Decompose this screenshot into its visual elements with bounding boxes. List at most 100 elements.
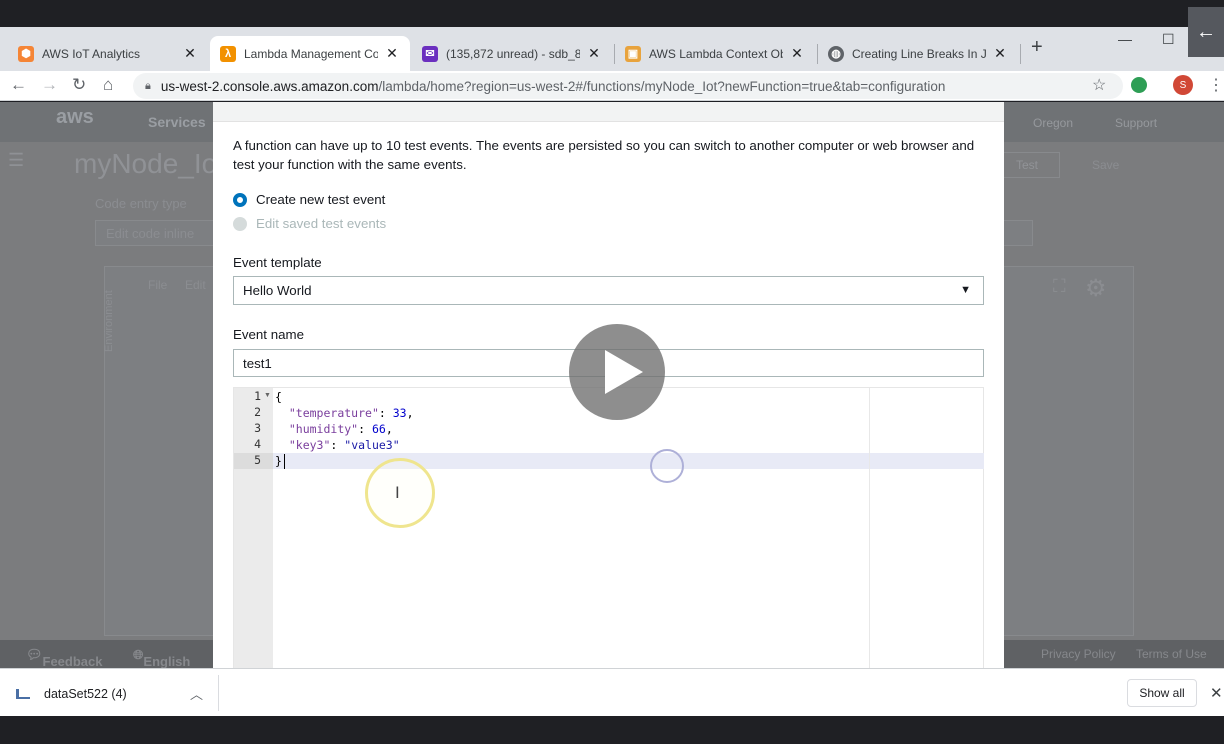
close-tab-icon[interactable]: ✕ [182, 45, 198, 62]
downloads-bar: dataSet522 (4) ︿ Show all ✕ [0, 668, 1224, 716]
code-line: { [275, 389, 282, 405]
option-label: Edit saved test events [256, 216, 387, 231]
loading-spinner-icon [650, 449, 684, 483]
create-new-test-event-option[interactable]: Create new test event [233, 192, 385, 207]
event-json-editor[interactable]: 1 ▼ 2 3 4 5 { "temperature": 33, "humidi… [233, 387, 984, 668]
text-cursor [284, 454, 285, 469]
language-link[interactable]: 🌐︎ English [133, 647, 190, 668]
code-line: "key3": "value3" [288, 438, 400, 452]
video-play-button[interactable] [569, 324, 665, 420]
tab-mail[interactable]: ✉ (135,872 unread) - sdb_8@ ✕ [412, 36, 612, 71]
function-title: myNode_Io [74, 148, 218, 179]
code-line: "temperature": 33, [288, 406, 414, 420]
tab-title: Lambda Management Cons [244, 46, 378, 61]
lock-icon: 🔒︎ [145, 79, 151, 92]
forward-icon[interactable]: → [41, 75, 58, 95]
code-token: } [275, 454, 282, 468]
fold-arrow-icon[interactable]: ▼ [264, 392, 271, 399]
tab-title: AWS IoT Analytics [42, 46, 141, 61]
tab-aws-iot-analytics[interactable]: ⬢ AWS IoT Analytics ✕ [8, 36, 208, 71]
globe-favicon-icon: ◍ [828, 45, 844, 62]
bookmark-star-icon[interactable]: ☆ [1092, 75, 1106, 95]
tab-title: AWS Lambda Context Obje [649, 46, 783, 61]
json-key: "key3" [288, 438, 331, 452]
back-icon[interactable]: ← [10, 75, 27, 95]
json-key: "humidity" [288, 422, 359, 436]
json-value: 66 [371, 422, 386, 436]
code-line: "humidity": 66, [288, 422, 393, 436]
region-menu[interactable]: Oregon [1033, 116, 1073, 130]
event-name-label: Event name [233, 327, 304, 342]
maximize-icon[interactable]: ☐ [1162, 31, 1175, 48]
caret-down-icon: ▼ [960, 284, 971, 296]
close-tab-icon[interactable]: ✕ [992, 45, 1008, 62]
home-icon[interactable]: ⌂ [103, 75, 113, 95]
ibeam-cursor-icon: I [395, 483, 400, 502]
feedback-label: Feedback [42, 654, 103, 668]
screen: ⬢ AWS IoT Analytics ✕ λ Lambda Managemen… [0, 0, 1224, 744]
json-key: "temperature" [288, 406, 379, 420]
close-tab-icon[interactable]: ✕ [789, 45, 805, 62]
back-arrow-icon[interactable]: ← [1188, 7, 1224, 57]
line-number: 4 [254, 437, 261, 451]
download-filename: dataSet522 (4) [44, 687, 127, 701]
settings-gear-icon[interactable]: ⚙ [1085, 274, 1107, 303]
event-template-value: Hello World [243, 283, 312, 298]
play-icon [605, 350, 643, 394]
radio-disabled[interactable] [233, 216, 247, 231]
support-menu[interactable]: Support [1115, 116, 1157, 130]
show-all-button[interactable]: Show all [1127, 679, 1197, 707]
minimize-icon[interactable]: — [1118, 31, 1132, 47]
code-entry-value: Edit code inline [106, 226, 195, 241]
file-menu[interactable]: File [148, 278, 167, 292]
close-downloads-icon[interactable]: ✕ [1210, 684, 1223, 702]
tab-lambda-context[interactable]: ▣ AWS Lambda Context Obje ✕ [615, 36, 815, 71]
terms-link[interactable]: Terms of Use [1136, 647, 1207, 661]
services-menu[interactable]: Services [148, 114, 206, 130]
close-tab-icon[interactable]: ✕ [384, 45, 400, 62]
hamburger-icon[interactable]: ☰ [8, 150, 24, 171]
option-label: Create new test event [256, 192, 386, 207]
privacy-link[interactable]: Privacy Policy [1041, 647, 1116, 661]
print-margin [869, 388, 870, 668]
modal-header-strip [213, 102, 1004, 122]
aws-logo: aws [56, 106, 94, 128]
bottom-letterbox [0, 716, 1224, 744]
browser-toolbar: ← → ↻ ⌂ 🔒︎ us-west-2.console.aws.amazon.… [0, 71, 1224, 101]
tab-title: (135,872 unread) - sdb_8@ [446, 46, 580, 61]
save-button[interactable]: Save [1092, 158, 1119, 172]
click-highlight-ring [365, 458, 435, 528]
line-number: 3 [254, 421, 261, 435]
page-scrollbar[interactable] [1183, 152, 1193, 632]
download-item[interactable]: dataSet522 (4) [16, 687, 127, 701]
fullscreen-icon[interactable]: ⛶ [1053, 276, 1066, 297]
event-template-select[interactable]: Hello World ▼ [233, 276, 984, 305]
address-bar[interactable]: 🔒︎ us-west-2.console.aws.amazon.com/lamb… [133, 73, 1123, 99]
code-line: } [275, 453, 282, 469]
edit-menu[interactable]: Edit [185, 278, 206, 292]
code-entry-select[interactable]: Edit code inline [95, 220, 215, 246]
lambda-favicon-icon: λ [220, 45, 236, 62]
feedback-link[interactable]: 💬︎ Feedback [26, 647, 103, 668]
radio-selected[interactable] [233, 192, 247, 207]
handler-field[interactable] [1003, 220, 1033, 246]
profile-avatar[interactable]: S [1173, 75, 1193, 95]
chevron-up-icon[interactable]: ︿ [190, 684, 203, 703]
new-tab-button[interactable]: + [1031, 36, 1043, 59]
url-path: /lambda/home?region=us-west-2#/functions… [378, 78, 946, 94]
mail-favicon-icon: ✉ [422, 45, 438, 62]
file-download-icon [16, 689, 30, 699]
edit-saved-test-events-option[interactable]: Edit saved test events [233, 216, 386, 231]
tab-title: Creating Line Breaks In Java [852, 46, 986, 61]
extension-shield-icon[interactable] [1131, 77, 1147, 93]
code-entry-type-label: Code entry type [95, 196, 187, 211]
close-tab-icon[interactable]: ✕ [586, 45, 602, 62]
tab-separator [1020, 44, 1021, 64]
browser-menu-icon[interactable]: ⋮ [1208, 75, 1224, 95]
code-token: { [275, 390, 282, 404]
tab-line-breaks[interactable]: ◍ Creating Line Breaks In Java ✕ [818, 36, 1018, 71]
reload-icon[interactable]: ↻ [72, 75, 86, 95]
line-number-gutter: 1 ▼ 2 3 4 5 [234, 388, 273, 668]
environment-label[interactable]: Environment [103, 290, 115, 352]
tab-lambda-management[interactable]: λ Lambda Management Cons ✕ [210, 36, 410, 71]
